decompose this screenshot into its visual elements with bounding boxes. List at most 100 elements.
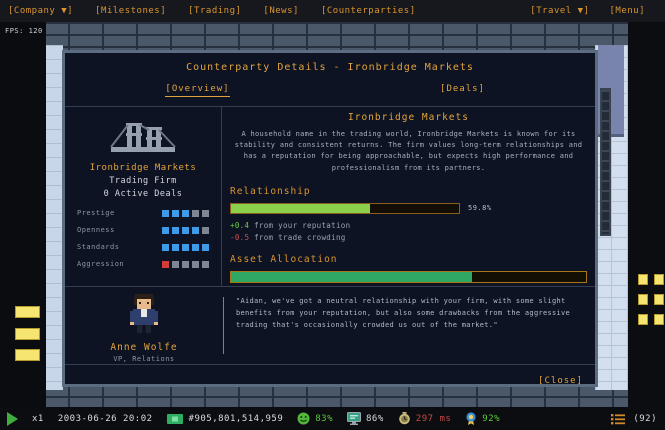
tab-deals[interactable]: [Deals] (330, 84, 595, 104)
stat-square (182, 261, 189, 268)
stat-square (202, 227, 209, 234)
asset-allocation-heading: Asset Allocation (230, 254, 587, 265)
relationship-bar-fill (231, 204, 370, 213)
fire-escape-ladder (600, 88, 611, 236)
building-window (638, 314, 648, 325)
system-percent: 86% (366, 414, 384, 424)
overview-panel: Ironbridge Markets A household name in t… (222, 107, 595, 286)
asset-allocation-bar (230, 271, 587, 283)
game-datetime: 2003-06-26 20:02 (58, 414, 153, 424)
close-button[interactable]: [Close] (538, 376, 583, 386)
relationship-heading: Relationship (230, 186, 587, 197)
asset-allocation-bar-fill (231, 272, 472, 282)
contact-quote: "Aidan, we've got a neutral relationship… (224, 287, 595, 364)
stat-square (172, 244, 179, 251)
background-building-strip (46, 45, 63, 390)
contact-name: Anne Wolfe (65, 342, 223, 353)
stat-square (202, 210, 209, 217)
stat-squares (162, 227, 209, 234)
stat-square (162, 244, 169, 251)
modifier-reputation: +0.4 from your reputation (230, 221, 587, 230)
stat-square (162, 210, 169, 217)
building-window (638, 274, 648, 285)
stat-row-aggression: Aggression (77, 260, 209, 268)
brick-wall-top (0, 22, 665, 52)
dialog-title: Counterparty Details - Ironbridge Market… (65, 62, 595, 73)
menu-trading[interactable]: [Trading] (188, 6, 241, 16)
contact-portrait (127, 293, 161, 335)
building-window (654, 274, 664, 285)
stat-squares (162, 210, 209, 217)
game-screen: [Company ▼] [Milestones] [Trading] [News… (0, 0, 665, 430)
stat-row-prestige: Prestige (77, 209, 209, 217)
background-building-far-right (628, 22, 665, 407)
game-speed[interactable]: x1 (32, 414, 44, 424)
building-window (638, 294, 648, 305)
stat-square (172, 261, 179, 268)
dialog-footer: [Close] (538, 368, 583, 387)
mood-percent: 83% (315, 414, 333, 424)
stat-squares (162, 261, 209, 268)
menu-counterparties[interactable]: [Counterparties] (321, 6, 416, 16)
rating-percent: 92% (482, 414, 500, 424)
counterparty-description: A household name in the trading world, I… (230, 129, 587, 174)
relationship-bar-row: 59.8% (230, 203, 587, 214)
status-bar: x1 2003-06-26 20:02 #905,801,514,959 83%… (0, 407, 665, 430)
modifier-crowding: -0.5 from trade crowding (230, 233, 587, 242)
menu-company[interactable]: [Company ▼] (8, 6, 73, 16)
menu-menu[interactable]: [Menu] (609, 6, 645, 16)
computer-icon (347, 412, 361, 425)
money-icon (167, 414, 183, 424)
menu-travel[interactable]: [Travel ▼] (530, 6, 589, 16)
stat-label: Prestige (77, 209, 115, 217)
contact-card: Anne Wolfe VP, Relations (65, 287, 223, 364)
menu-news[interactable]: [News] (263, 6, 299, 16)
modifier-value: +0.4 (230, 221, 249, 230)
tab-overview-label: [Overview] (165, 84, 229, 97)
stat-square (202, 244, 209, 251)
bridge-icon (65, 115, 221, 159)
relationship-modifiers: +0.4 from your reputation -0.5 from trad… (230, 221, 587, 242)
relationship-bar (230, 203, 460, 214)
stat-label: Openness (77, 226, 115, 234)
stat-square (192, 261, 199, 268)
contact-title: VP, Relations (65, 355, 223, 363)
building-window (15, 306, 40, 318)
notifications-list-icon[interactable] (611, 413, 625, 425)
latency-value: 297 ms (416, 414, 452, 424)
stat-square (182, 244, 189, 251)
building-window (15, 349, 40, 361)
profile-panel: Ironbridge Markets Trading Firm 0 Active… (65, 107, 222, 286)
stat-square (192, 210, 199, 217)
stat-square (172, 227, 179, 234)
stat-square (192, 244, 199, 251)
building-window (654, 314, 664, 325)
stat-row-standards: Standards (77, 243, 209, 251)
stat-square (162, 227, 169, 234)
menu-milestones[interactable]: [Milestones] (95, 6, 166, 16)
stat-squares (162, 244, 209, 251)
stat-square (172, 210, 179, 217)
play-icon[interactable] (7, 412, 18, 426)
top-menu-bar: [Company ▼] [Milestones] [Trading] [News… (0, 0, 665, 22)
stat-label: Standards (77, 243, 119, 251)
stat-label: Aggression (77, 260, 124, 268)
relationship-value: 59.8% (468, 204, 492, 212)
modifier-value: -0.5 (230, 233, 249, 242)
notification-count: (92) (633, 414, 657, 424)
active-deals-count: 0 Active Deals (65, 189, 221, 199)
overview-heading: Ironbridge Markets (230, 112, 587, 123)
tab-deals-label: [Deals] (440, 84, 485, 96)
money-balance: #905,801,514,959 (189, 414, 284, 424)
contact-section: Anne Wolfe VP, Relations "Aidan, we've g… (65, 287, 595, 364)
tab-overview[interactable]: [Overview] (65, 84, 330, 104)
counterparty-name: Ironbridge Markets (65, 163, 221, 173)
building-window (15, 328, 40, 340)
fps-counter: FPS: 120 (5, 27, 43, 35)
stat-row-openness: Openness (77, 226, 209, 234)
modifier-text: from trade crowding (249, 233, 345, 242)
stat-square (192, 227, 199, 234)
stat-square (182, 210, 189, 217)
latency-clock-icon (398, 412, 411, 425)
modifier-text: from your reputation (249, 221, 350, 230)
